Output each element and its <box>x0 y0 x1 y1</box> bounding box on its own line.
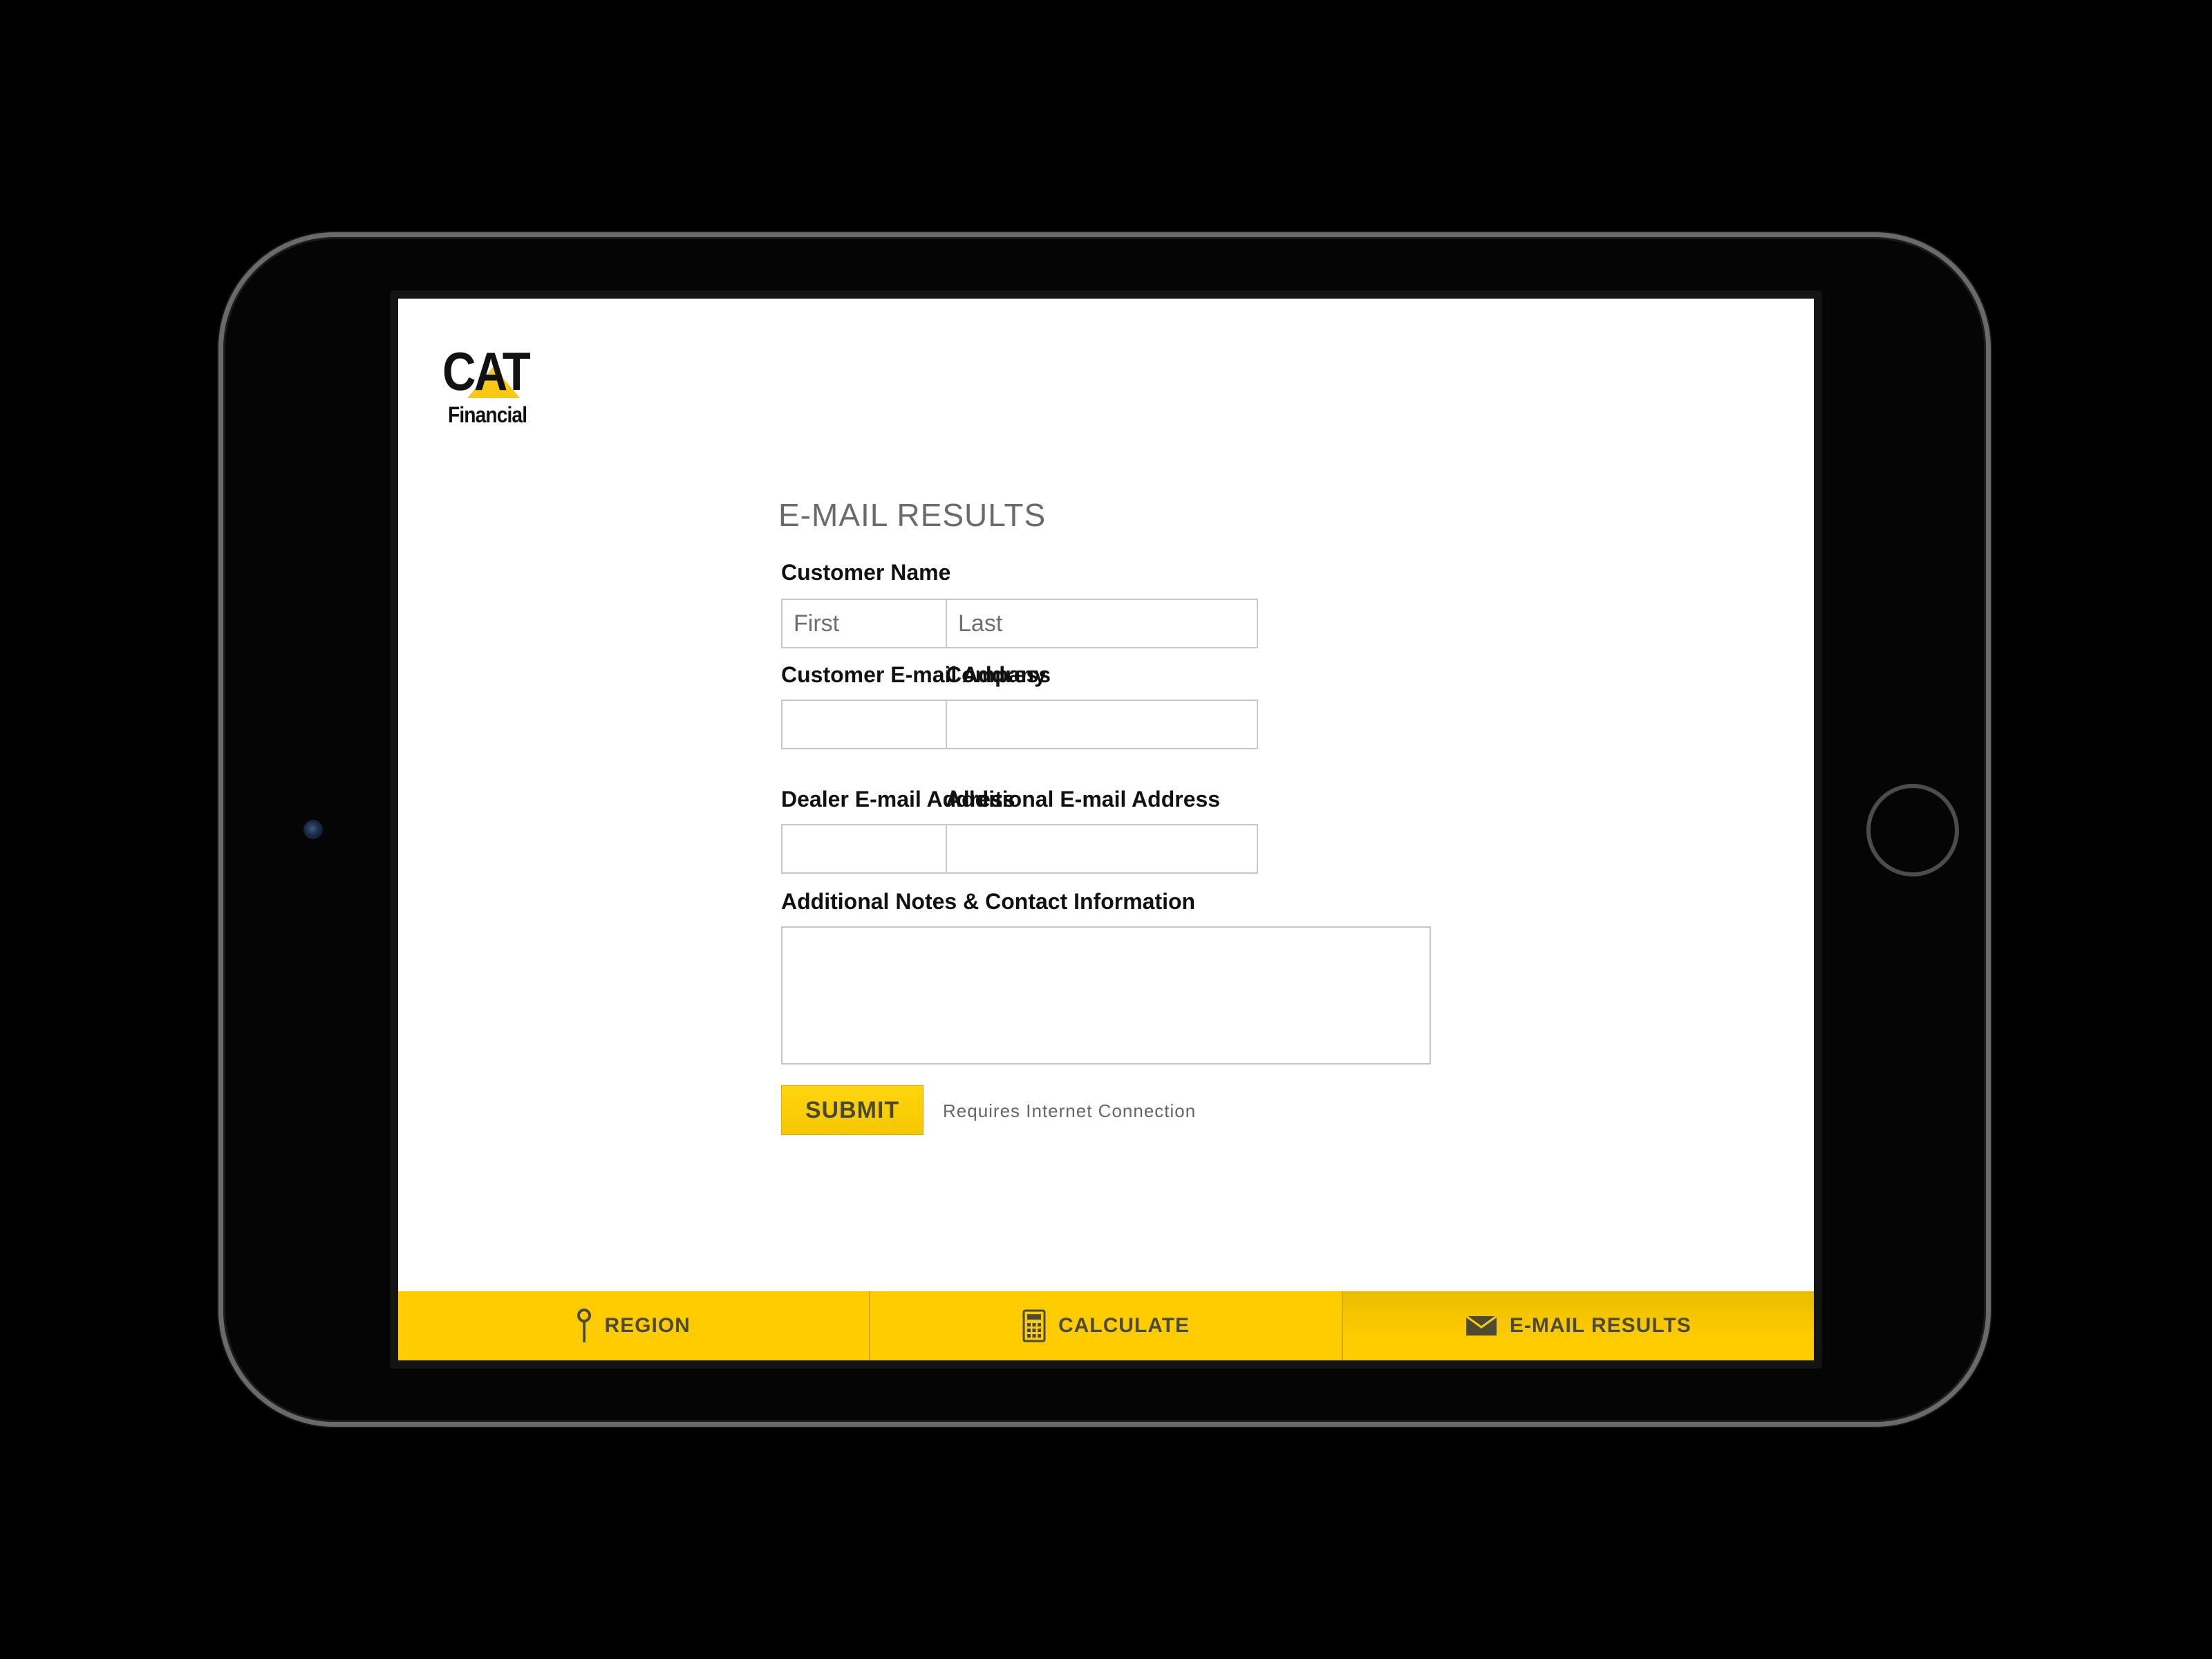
cat-financial-logo: CAT Financial <box>442 344 539 434</box>
requires-connection-note: Requires Internet Connection <box>943 1100 1197 1121</box>
additional-email-field[interactable] <box>946 824 1258 874</box>
tab-region[interactable]: REGION <box>398 1291 871 1360</box>
tab-email-results[interactable]: E-MAIL RESULTS <box>1342 1291 1814 1360</box>
submit-button[interactable]: SUBMIT <box>781 1085 924 1135</box>
notes-textarea[interactable] <box>781 926 1431 1065</box>
calculator-icon <box>1022 1309 1046 1342</box>
bottom-tab-bar: REGION CALCULATE E-MAIL RESULTS <box>398 1291 1814 1360</box>
additional-email-label: Additional E-mail Address <box>946 787 1221 812</box>
customer-name-label: Customer Name <box>781 560 951 585</box>
app-screen: CAT Financial E-MAIL RESULTS Customer Na… <box>398 299 1814 1360</box>
home-button[interactable] <box>1866 784 1959 877</box>
page-title: E-MAIL RESULTS <box>778 497 1047 533</box>
logo-brand: CAT <box>442 341 531 402</box>
tab-calculate[interactable]: CALCULATE <box>870 1291 1343 1360</box>
notes-label: Additional Notes & Contact Information <box>781 889 1196 914</box>
pin-icon <box>577 1308 592 1344</box>
tab-email-results-label: E-MAIL RESULTS <box>1509 1314 1691 1337</box>
camera-icon <box>303 820 323 839</box>
tab-calculate-label: CALCULATE <box>1058 1314 1190 1337</box>
company-field[interactable] <box>946 700 1258 749</box>
company-label: Company <box>946 662 1047 687</box>
last-name-input[interactable] <box>946 599 1258 648</box>
tab-region-label: REGION <box>604 1314 691 1337</box>
envelope-icon <box>1465 1315 1497 1336</box>
logo-subtitle: Financial <box>448 402 527 427</box>
